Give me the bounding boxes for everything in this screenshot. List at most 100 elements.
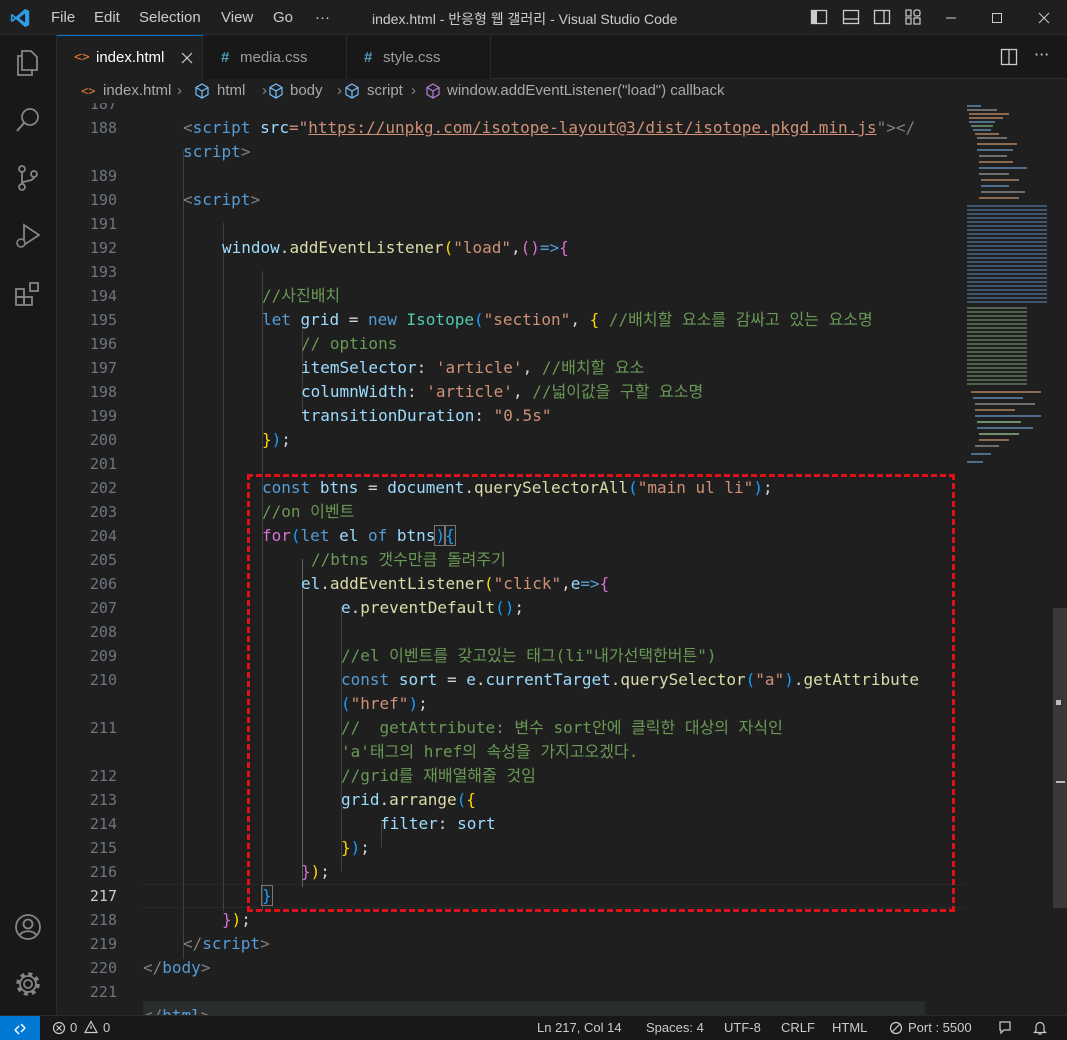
code-line-198: columnWidth: 'article', //넓이값을 구할 요소명 [301,382,704,401]
line-number: 218 [89,911,117,929]
menu-selection[interactable]: Selection [139,9,201,26]
code-line-199: transitionDuration: "0.5s" [301,406,552,425]
line-number: 204 [89,527,117,545]
code-line-220: </body> [143,958,211,977]
html-file-icon: <> [81,84,96,98]
close-button[interactable] [1021,0,1067,35]
more-actions-icon[interactable]: ··· [1034,45,1049,64]
close-icon [1038,12,1050,23]
line-number: 197 [89,359,117,377]
scroll-marker [1056,700,1061,705]
manage-gear-icon[interactable] [13,969,43,999]
line-number: 220 [89,959,117,977]
code-line-192: window.addEventListener("load",()=>{ [222,238,569,257]
live-server-port[interactable]: Port : 5500 [908,1020,972,1035]
chevron-right-icon: › [177,82,182,99]
highlight-annotation-box [247,474,955,912]
title-bar: File Edit Selection View Go ··· index.ht… [0,0,1067,35]
chevron-right-icon: › [411,82,416,99]
line-number: 216 [89,863,117,881]
line-number: 206 [89,575,117,593]
error-icon[interactable] [52,1021,66,1035]
error-count[interactable]: 0 [70,1020,77,1035]
scrollbar-thumb[interactable] [1053,608,1067,908]
css-file-icon: # [221,48,230,66]
search-icon[interactable] [13,105,43,135]
warning-count[interactable]: 0 [103,1020,110,1035]
breadcrumb: <> index.html › html › body › script › w… [57,79,1067,103]
remote-indicator-button[interactable] [0,1016,40,1040]
feedback-icon[interactable] [997,1020,1013,1036]
toggle-primary-sidebar-icon[interactable] [810,8,828,26]
code-line-196: // options [301,334,398,353]
line-number: 209 [89,647,117,665]
scroll-marker [1056,781,1065,783]
code-line-219: </script> [183,934,270,953]
cursor-position[interactable]: Ln 217, Col 14 [537,1020,622,1035]
line-number: 187 [89,103,117,113]
code-line-188: <script src="https://unpkg.com/isotope-l… [183,118,916,137]
code-line-200: }); [262,430,291,449]
line-number: 191 [89,215,117,233]
line-number: 199 [89,407,117,425]
warning-icon[interactable] [84,1020,98,1034]
line-number-current: 217 [89,887,117,905]
tab-label: index.html [96,49,165,66]
chevron-right-icon: › [262,82,267,99]
language-mode[interactable]: HTML [832,1020,867,1035]
line-number: 212 [89,767,117,785]
html-file-icon: <> [74,50,90,65]
breadcrumb-item[interactable]: script [367,82,403,99]
menu-more[interactable]: ··· [315,9,330,26]
vscode-logo-icon[interactable] [8,7,32,29]
breadcrumb-item[interactable]: index.html [103,82,171,99]
accounts-icon[interactable] [13,912,43,942]
menu-go[interactable]: Go [273,9,293,26]
minimize-button[interactable] [928,0,974,35]
minimize-icon [946,17,956,18]
line-number: 205 [89,551,117,569]
encoding-setting[interactable]: UTF-8 [724,1020,761,1035]
menu-edit[interactable]: Edit [94,9,120,26]
line-number: 194 [89,287,117,305]
minimap[interactable] [963,103,1053,1015]
breadcrumb-item[interactable]: window.addEventListener("load") callback [447,82,724,99]
toggle-panel-icon[interactable] [842,8,860,26]
code-editor[interactable]: 187 188 189 190 191 192 193 194 195 196 … [57,103,1067,1015]
line-number: 215 [89,839,117,857]
tab-index-html[interactable]: <> index.html [57,35,203,79]
run-and-debug-icon[interactable] [13,221,43,251]
code-line-190: <script> [183,190,261,209]
eol-setting[interactable]: CRLF [781,1020,815,1035]
maximize-button[interactable] [974,0,1020,35]
breadcrumb-item[interactable]: html [217,82,245,99]
menu-view[interactable]: View [221,9,253,26]
line-number: 195 [89,311,117,329]
editor-tabs: <> index.html # media.css # style.css ··… [57,35,1067,79]
line-number: 189 [89,167,117,185]
line-number: 211 [89,719,117,737]
tab-media-css[interactable]: # media.css [203,35,347,79]
close-icon[interactable] [181,52,193,64]
indentation-setting[interactable]: Spaces: 4 [646,1020,704,1035]
vertical-scrollbar[interactable] [1053,103,1067,1015]
tab-style-css[interactable]: # style.css [347,35,491,79]
breadcrumb-item[interactable]: body [290,82,323,99]
line-number: 201 [89,455,117,473]
line-number: 203 [89,503,117,521]
extensions-icon[interactable] [13,279,43,309]
explorer-icon[interactable] [13,48,43,78]
code-line-194: //사진배치 [262,286,341,305]
css-file-icon: # [364,48,373,66]
menu-file[interactable]: File [51,9,75,26]
split-editor-icon[interactable] [1000,48,1018,66]
line-number: 188 [89,119,117,137]
customize-layout-icon[interactable] [904,8,922,26]
code-line-222: </html> [143,1004,210,1015]
live-server-icon[interactable] [889,1021,903,1035]
notifications-bell-icon[interactable] [1032,1020,1048,1036]
source-control-icon[interactable] [13,163,43,193]
toggle-secondary-sidebar-icon[interactable] [873,8,891,26]
line-number: 221 [89,983,117,1001]
chevron-right-icon: › [337,82,342,99]
